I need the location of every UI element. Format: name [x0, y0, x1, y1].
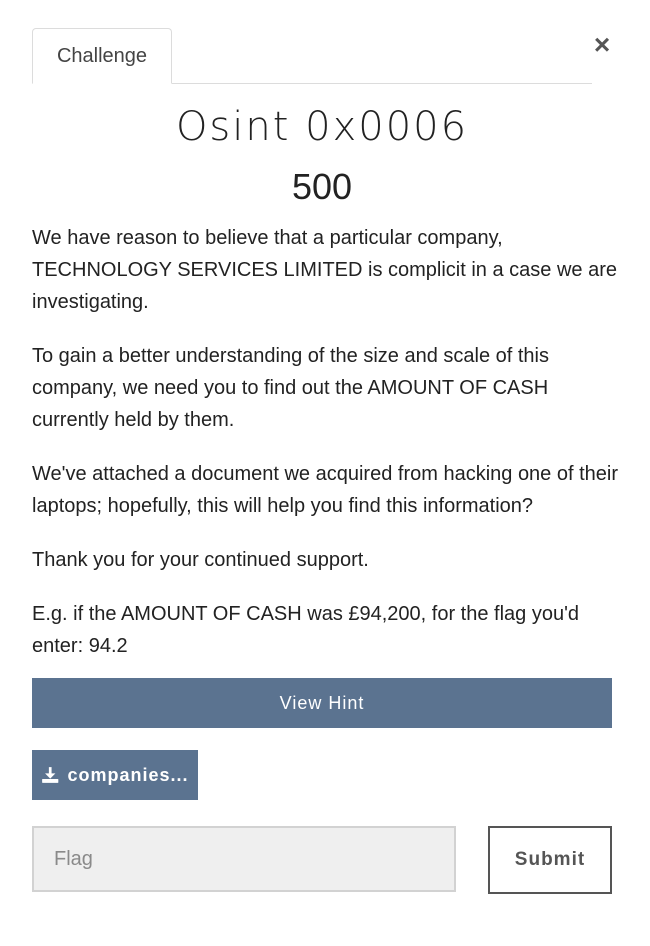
tab-challenge[interactable]: Challenge — [32, 28, 172, 84]
description-paragraph: E.g. if the AMOUNT OF CASH was £94,200, … — [32, 603, 580, 657]
description-paragraph: We've attached a document we acquired fr… — [32, 463, 619, 517]
download-file-button[interactable]: companies... — [32, 750, 198, 800]
view-hint-button[interactable]: View Hint — [32, 678, 612, 728]
flag-input[interactable] — [32, 826, 456, 892]
challenge-title: Osint 0x0006 — [175, 104, 469, 150]
download-file-label: companies... — [67, 764, 189, 785]
download-icon — [42, 767, 59, 783]
submit-button[interactable]: Submit — [488, 826, 612, 894]
tab-challenge-label: Challenge — [56, 44, 148, 67]
description-paragraph: We have reason to believe that a particu… — [32, 227, 617, 313]
tab-bar: Challenge — [32, 28, 592, 84]
description-paragraph: Thank you for your continued support. — [32, 549, 369, 571]
challenge-points: 500 — [291, 166, 353, 207]
close-icon[interactable]: × — [588, 30, 616, 60]
description-paragraph: To gain a better understanding of the si… — [32, 345, 550, 431]
view-hint-label: View Hint — [279, 692, 365, 713]
challenge-description: We have reason to believe that a particu… — [32, 222, 622, 684]
